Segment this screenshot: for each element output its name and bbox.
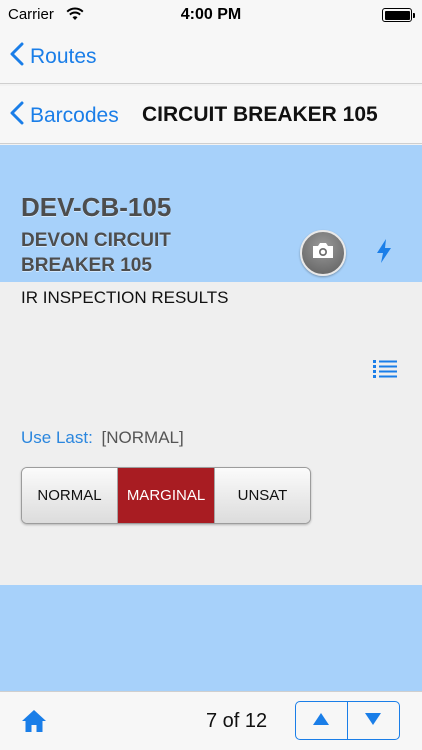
asset-name-line2: BREAKER 105 bbox=[21, 255, 152, 276]
page-counter: 7 of 12 bbox=[206, 710, 268, 732]
flash-button[interactable] bbox=[372, 238, 396, 269]
status-time: 4:00 PM bbox=[180, 6, 242, 23]
previous-button[interactable] bbox=[296, 702, 348, 739]
lightning-icon bbox=[375, 238, 393, 269]
battery-level bbox=[384, 10, 410, 20]
bottom-toolbar: 7 of 12 bbox=[0, 691, 422, 750]
inspection-panel: IR INSPECTION RESULTS Use Last: [NORMAL]… bbox=[0, 282, 422, 585]
asset-name-line1: DEVON CIRCUIT bbox=[21, 230, 171, 251]
lower-panel bbox=[0, 585, 422, 691]
back-routes-button[interactable]: Routes bbox=[10, 42, 97, 72]
use-last-row[interactable]: Use Last: [NORMAL] bbox=[21, 428, 184, 448]
nav-bar-barcodes: Barcodes CIRCUIT BREAKER 105 bbox=[0, 86, 422, 144]
result-segmented-control: NORMAL MARGINAL UNSAT bbox=[21, 467, 311, 524]
camera-button[interactable] bbox=[300, 230, 346, 276]
option-marginal-button[interactable]: MARGINAL bbox=[118, 468, 215, 523]
option-normal-button[interactable]: NORMAL bbox=[22, 468, 118, 523]
home-button[interactable] bbox=[21, 709, 47, 733]
page-title: CIRCUIT BREAKER 105 bbox=[142, 103, 378, 126]
next-button[interactable] bbox=[348, 702, 400, 739]
camera-icon bbox=[311, 241, 335, 265]
use-last-label[interactable]: Use Last: bbox=[21, 428, 93, 447]
back-routes-label: Routes bbox=[30, 45, 97, 68]
option-unsat-button[interactable]: UNSAT bbox=[215, 468, 310, 523]
pager-control bbox=[295, 701, 400, 740]
chevron-left-icon bbox=[10, 42, 30, 72]
asset-name: DEVON CIRCUIT BREAKER 105 bbox=[21, 228, 221, 278]
asset-header: DEV-CB-105 DEVON CIRCUIT BREAKER 105 bbox=[0, 145, 422, 282]
arrow-up-icon bbox=[313, 712, 330, 730]
back-barcodes-label: Barcodes bbox=[30, 104, 119, 127]
chevron-left-icon bbox=[10, 101, 30, 131]
home-icon bbox=[21, 710, 47, 737]
back-barcodes-button[interactable]: Barcodes bbox=[10, 101, 119, 131]
asset-id: DEV-CB-105 bbox=[21, 192, 172, 222]
use-last-value: [NORMAL] bbox=[101, 428, 184, 447]
list-icon bbox=[372, 360, 398, 384]
nav-bar-routes: Routes bbox=[0, 30, 422, 84]
status-bar: Carrier 4:00 PM bbox=[0, 0, 422, 30]
arrow-down-icon bbox=[365, 712, 382, 730]
battery-icon bbox=[382, 8, 415, 22]
question-label: IR INSPECTION RESULTS bbox=[21, 288, 229, 307]
list-button[interactable] bbox=[372, 358, 398, 380]
